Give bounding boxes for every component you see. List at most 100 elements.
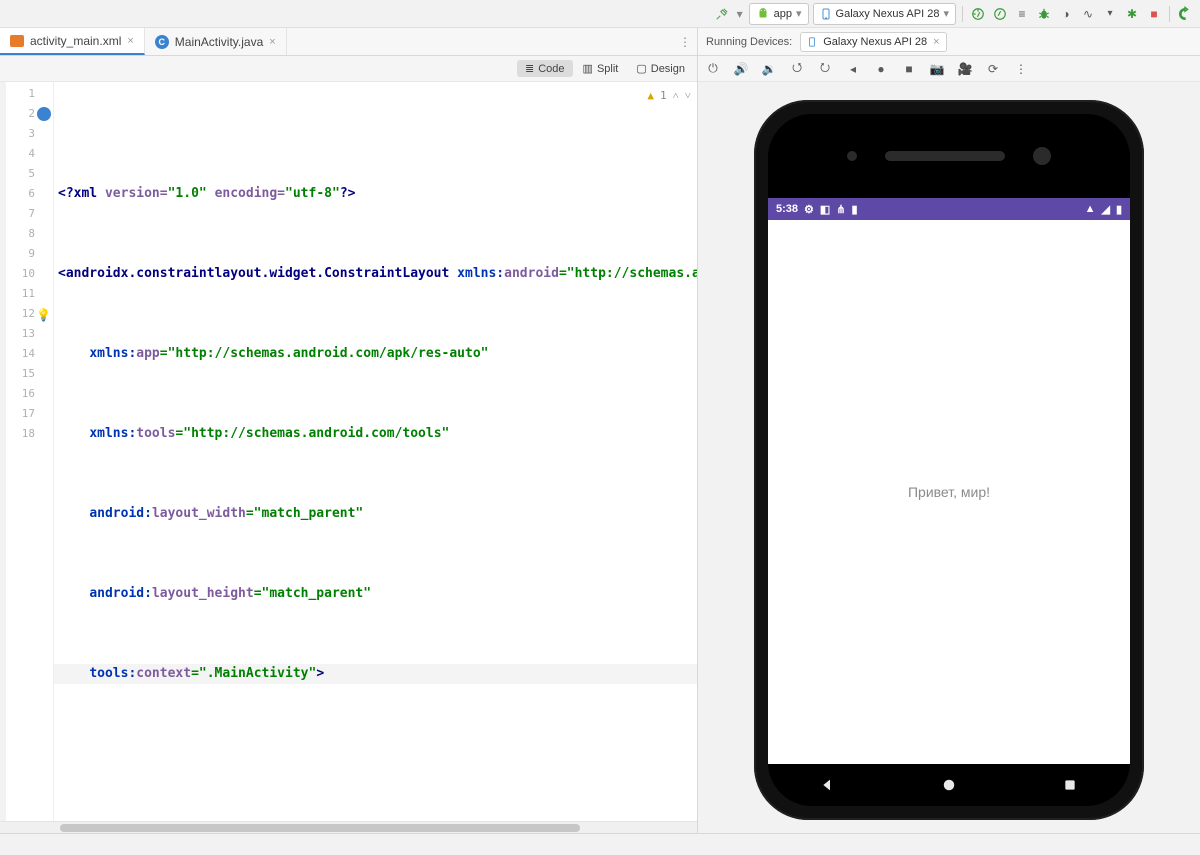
close-icon[interactable]: × bbox=[127, 35, 133, 47]
profiler-icon[interactable]: ∿ bbox=[1079, 5, 1097, 23]
java-file-icon: C bbox=[155, 35, 169, 49]
emulator-toolbar: ⏻ 🔊 🔉 ⭯ ⭮ ◂ ● ■ 📷 🎥 ⟳ ⋮ bbox=[698, 56, 1200, 82]
t: app bbox=[136, 346, 159, 361]
record-icon[interactable]: 🎥 bbox=[956, 60, 974, 78]
chevron-down-icon: ▾ bbox=[943, 7, 949, 20]
inspection-strip[interactable]: ▲ 1 ˄ ˅ bbox=[647, 86, 691, 106]
hammer-dropdown-icon[interactable]: ▾ bbox=[735, 5, 745, 23]
t: layout_height bbox=[152, 586, 254, 601]
editor-pane: ≣ Code ▥ Split ▢ Design 1 2 3 4 5 6 7 bbox=[0, 56, 698, 833]
screenshot-icon[interactable]: 📷 bbox=[928, 60, 946, 78]
volume-up-icon[interactable]: 🔊 bbox=[732, 60, 750, 78]
t: xmlns: bbox=[449, 266, 504, 281]
running-devices-bar: Running Devices: Galaxy Nexus API 28 × bbox=[698, 28, 1200, 55]
android-status-bar: 5:38 ⚙ ◧ ⋔ ▮ ▲ ◢ ▮ bbox=[768, 198, 1130, 220]
t: xmlns: bbox=[89, 346, 136, 361]
tab-bar: activity_main.xml × C MainActivity.java … bbox=[0, 28, 1200, 56]
t: android bbox=[504, 266, 559, 281]
hammer-icon[interactable] bbox=[713, 5, 731, 23]
android-nav-bar bbox=[768, 764, 1130, 806]
scroll-thumb[interactable] bbox=[60, 824, 580, 832]
t: android: bbox=[89, 506, 152, 521]
reload-icon[interactable]: ⟳ bbox=[984, 60, 1002, 78]
nav-home-icon[interactable] bbox=[939, 775, 959, 795]
main-split: ≣ Code ▥ Split ▢ Design 1 2 3 4 5 6 7 bbox=[0, 56, 1200, 833]
rotate-right-icon[interactable]: ⭮ bbox=[816, 60, 834, 78]
tab-main-activity[interactable]: C MainActivity.java × bbox=[145, 28, 287, 55]
speaker-icon bbox=[885, 151, 1005, 161]
t: context bbox=[136, 666, 191, 681]
t: xmlns: bbox=[89, 426, 136, 441]
device-frame: 5:38 ⚙ ◧ ⋔ ▮ ▲ ◢ ▮ Привет, мир! bbox=[754, 100, 1144, 820]
gear-icon: ⚙ bbox=[804, 203, 814, 216]
sensor-icon bbox=[847, 151, 857, 161]
more-icon[interactable]: ▾ bbox=[1101, 5, 1119, 23]
close-icon[interactable]: × bbox=[933, 36, 939, 48]
nav-back-icon[interactable] bbox=[818, 775, 838, 795]
mode-code[interactable]: ≣ Code bbox=[517, 60, 573, 77]
t: ="http://schemas.android.com/apk/res-aut… bbox=[160, 346, 489, 361]
device-label: Galaxy Nexus API 28 bbox=[836, 8, 940, 20]
xml-file-icon bbox=[10, 35, 24, 47]
stop-icon[interactable]: ■ bbox=[1145, 5, 1163, 23]
back-icon[interactable]: ◂ bbox=[844, 60, 862, 78]
emulator-stage: 5:38 ⚙ ◧ ⋔ ▮ ▲ ◢ ▮ Привет, мир! bbox=[698, 82, 1200, 833]
mode-design[interactable]: ▢ Design bbox=[628, 60, 693, 77]
power-icon[interactable]: ⏻ bbox=[704, 60, 722, 78]
apply-changes-icon[interactable] bbox=[991, 5, 1009, 23]
debug-badge-icon: ◧ bbox=[820, 203, 830, 216]
mode-label: Split bbox=[597, 63, 618, 75]
mode-label: Design bbox=[651, 63, 685, 75]
device-screen[interactable]: 5:38 ⚙ ◧ ⋔ ▮ ▲ ◢ ▮ Привет, мир! bbox=[768, 198, 1130, 764]
coverage-icon[interactable]: ◑ bbox=[1057, 5, 1075, 23]
device-bezel-top bbox=[768, 114, 1130, 198]
wifi-icon: ▲ bbox=[1085, 203, 1096, 215]
tab-activity-main[interactable]: activity_main.xml × bbox=[0, 28, 145, 55]
t: androidx.constraintlayout.widget.Constra… bbox=[66, 266, 450, 281]
volume-down-icon[interactable]: 🔉 bbox=[760, 60, 778, 78]
app-content: Привет, мир! bbox=[768, 220, 1130, 764]
t: ="match_parent" bbox=[246, 506, 363, 521]
mode-split[interactable]: ▥ Split bbox=[575, 60, 627, 77]
device-selector[interactable]: Galaxy Nexus API 28 ▾ bbox=[813, 3, 956, 25]
bulb-icon[interactable]: 💡 bbox=[36, 305, 50, 319]
battery-small-icon: ▮ bbox=[852, 203, 858, 216]
clock: 5:38 bbox=[776, 203, 798, 215]
home-icon[interactable]: ● bbox=[872, 60, 890, 78]
t: < bbox=[58, 266, 66, 281]
running-device-label: Galaxy Nexus API 28 bbox=[823, 36, 927, 48]
debug-icon[interactable] bbox=[1035, 5, 1053, 23]
attach-icon[interactable]: ✱ bbox=[1123, 5, 1141, 23]
run-icon[interactable] bbox=[969, 5, 987, 23]
hello-text: Привет, мир! bbox=[908, 484, 990, 500]
chevron-up-icon[interactable]: ˄ bbox=[673, 86, 679, 106]
running-device-tab[interactable]: Galaxy Nexus API 28 × bbox=[800, 32, 946, 52]
line-gutter: 1 2 3 4 5 6 7 8 9 10 11 12💡 13 14 15 16 … bbox=[6, 82, 54, 821]
overview-icon[interactable]: ■ bbox=[900, 60, 918, 78]
code-editor[interactable]: 1 2 3 4 5 6 7 8 9 10 11 12💡 13 14 15 16 … bbox=[0, 82, 697, 821]
module-selector[interactable]: app ▾ bbox=[749, 3, 809, 25]
class-mark-icon bbox=[37, 107, 51, 121]
chevron-down-icon[interactable]: ˅ bbox=[685, 86, 691, 106]
usb-icon: ⋔ bbox=[836, 203, 845, 216]
rotate-left-icon[interactable]: ⭯ bbox=[788, 60, 806, 78]
tab-label: activity_main.xml bbox=[30, 34, 121, 48]
file-tabs: activity_main.xml × C MainActivity.java … bbox=[0, 28, 698, 55]
nav-overview-icon[interactable] bbox=[1060, 775, 1080, 795]
warning-icon: ▲ bbox=[647, 86, 654, 106]
sync-icon[interactable] bbox=[1176, 5, 1194, 23]
module-label: app bbox=[774, 8, 792, 20]
horizontal-scrollbar[interactable] bbox=[0, 821, 697, 833]
more-icon[interactable]: ⋮ bbox=[1012, 60, 1030, 78]
tab-overflow-icon[interactable]: ⋮ bbox=[673, 28, 697, 55]
t: tools: bbox=[89, 666, 136, 681]
t: > bbox=[316, 666, 324, 681]
format-icon[interactable]: ≡ bbox=[1013, 5, 1031, 23]
mode-label: Code bbox=[538, 63, 564, 75]
t: tools bbox=[136, 426, 175, 441]
t: android: bbox=[89, 586, 152, 601]
close-icon[interactable]: × bbox=[269, 36, 275, 48]
t: ="http://schemas.android bbox=[559, 266, 697, 281]
chevron-down-icon: ▾ bbox=[796, 7, 802, 20]
code-lines[interactable]: ▲ 1 ˄ ˅ <?xml version="1.0" encoding="ut… bbox=[54, 82, 697, 821]
